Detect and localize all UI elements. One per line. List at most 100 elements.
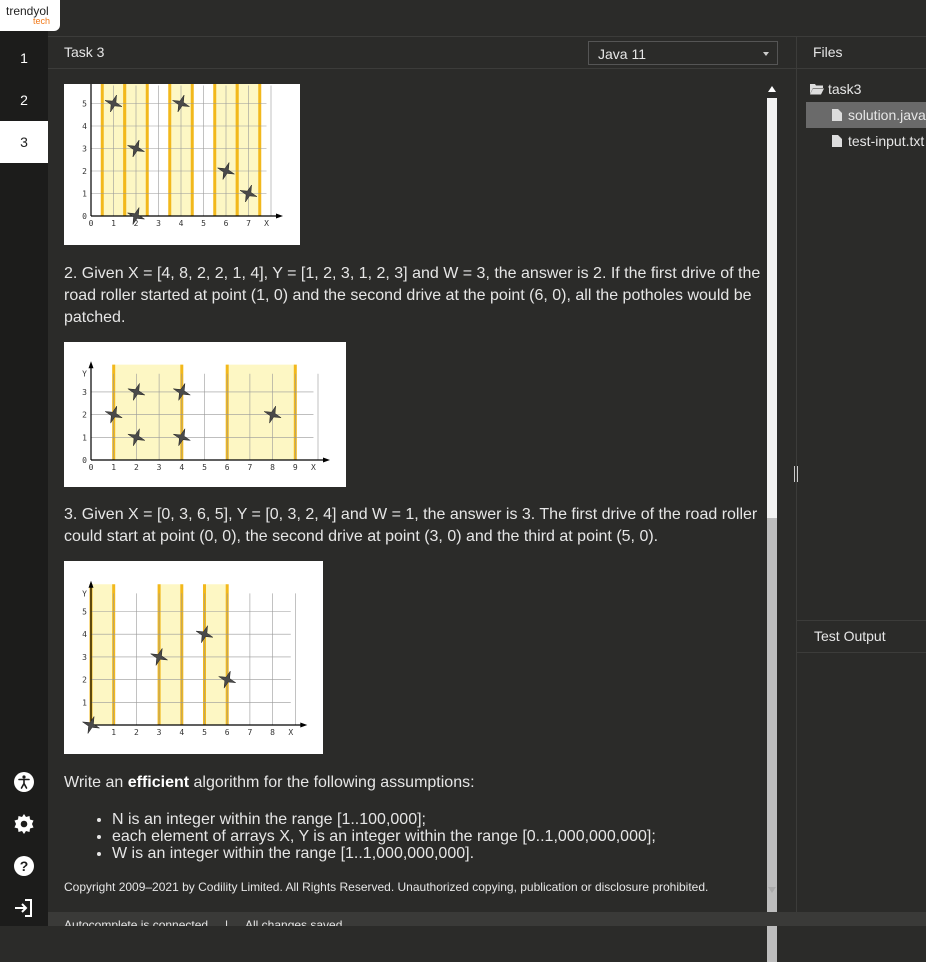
description-scrollbar[interactable] (765, 84, 779, 962)
file-label: test-input.txt (848, 133, 925, 149)
chevron-down-icon (763, 52, 769, 56)
x-axis-arrow (300, 722, 308, 728)
test-output-title: Test Output (814, 628, 886, 644)
trendyol-logo: trendyol tech (0, 0, 60, 31)
y-tick-label: 5 (82, 100, 87, 109)
y-tick-label: 3 (82, 653, 87, 662)
task-description: 0 1 2 3 4 5 6 7 X 0 1 2 3 4 5 2. Given X = [4, 8, 2, 2… (48, 68, 764, 912)
y-tick-label: 4 (82, 122, 87, 131)
x-tick-label: 8 (270, 463, 275, 472)
language-value: Java 11 (598, 46, 646, 62)
x-tick-label: 7 (246, 219, 251, 228)
x-tick-label: 2 (134, 463, 139, 472)
x-tick-label: 7 (247, 463, 252, 472)
assumptions-list: N is an integer within the range [1..100… (96, 811, 764, 862)
file-solution-java[interactable]: solution.java (832, 107, 926, 123)
y-tick-label: 2 (82, 411, 87, 420)
x-tick-label: 2 (134, 728, 139, 737)
x-axis-arrow (276, 213, 283, 219)
task-tab-2[interactable]: 2 (0, 79, 48, 121)
file-icon (832, 135, 842, 147)
y-tick-label: 3 (82, 388, 87, 397)
example-figure-1-plot: 0 1 2 3 4 5 6 7 X012345 (82, 73, 283, 228)
x-tick-label: 0 (89, 219, 94, 228)
status-separator: | (225, 918, 229, 926)
x-tick-label: X (288, 728, 293, 737)
x-tick-label: 5 (202, 463, 207, 472)
assumption-item: N is an integer within the range [1..100… (112, 811, 764, 828)
gear-icon[interactable] (12, 812, 36, 836)
scroll-thumb[interactable] (767, 518, 777, 962)
assumptions-intro-pre: Write an (64, 774, 128, 791)
x-tick-label: X (264, 219, 269, 228)
y-tick-label: 1 (82, 433, 87, 442)
x-tick-label: 6 (225, 728, 230, 737)
status-bar: Autocomplete is connected | All changes … (48, 912, 926, 926)
x-tick-label: 4 (179, 728, 184, 737)
y-tick-label: 1 (82, 190, 87, 199)
x-tick-label: 1 (111, 728, 116, 737)
x-tick-label: 1 (111, 219, 116, 228)
task-title: Task 3 (64, 44, 105, 60)
pothole-band (204, 584, 228, 725)
task-header-bar: Task 3 Java 11 (48, 36, 796, 69)
pothole-band (159, 584, 182, 725)
example-figure-1: 01234567X012345 (64, 73, 300, 245)
logout-icon[interactable] (12, 896, 36, 920)
assumption-item: each element of arrays X, Y is an intege… (112, 828, 764, 845)
y-tick-label: 2 (82, 167, 87, 176)
example-figure-3: 1 2 3 4 5 6 7 8 X 1 2 3 4 5 Y (64, 561, 323, 754)
task-tab-1[interactable]: 1 (0, 37, 48, 79)
accessibility-icon[interactable] (12, 770, 36, 794)
y-tick-label: 3 (82, 145, 87, 154)
example-figure-2: 0 1 2 3 4 5 6 7 8 9 X 0 1 2 3 Y (64, 342, 346, 487)
x-tick-label: 3 (157, 463, 162, 472)
copyright-notice: Copyright 2009–2021 by Codility Limited.… (64, 880, 709, 894)
file-label: solution.java (848, 107, 926, 123)
x-tick-label: 6 (224, 219, 229, 228)
x-tick-label: 7 (247, 728, 252, 737)
x-tick-label: 6 (225, 463, 230, 472)
y-tick-label: 0 (82, 456, 87, 465)
assumptions-intro-post: algorithm for the following assumptions: (189, 774, 475, 791)
example-3-text: 3. Given X = [0, 3, 6, 5], Y = [0, 3, 2,… (64, 506, 758, 545)
example-figure-2-plot: 0 1 2 3 4 5 6 7 8 9 X 0 1 2 3 Y (82, 361, 330, 472)
example-figure-3-plot: 1 2 3 4 5 6 7 8 X 1 2 3 4 5 Y (81, 580, 308, 737)
x-tick-label: 5 (201, 219, 206, 228)
y-tick-label: 1 (82, 698, 87, 707)
assumptions-intro-bold: efficient (127, 774, 190, 791)
x-tick-label: 3 (157, 728, 162, 737)
x-tick-label: 0 (89, 463, 94, 472)
scroll-up-arrow-icon[interactable] (768, 86, 776, 92)
help-icon[interactable]: ? (12, 854, 36, 878)
x-tick-label: 1 (111, 463, 116, 472)
folder-label: task3 (828, 81, 862, 97)
file-test-input-txt[interactable]: test-input.txt (832, 133, 924, 149)
pothole-band (91, 584, 114, 725)
x-tick-label: 4 (179, 463, 184, 472)
x-tick-label: 9 (293, 463, 298, 472)
language-select[interactable]: Java 11 (588, 41, 778, 65)
file-icon (832, 109, 842, 121)
task-tab-3[interactable]: 3 (0, 121, 48, 163)
y-tick-label: 5 (82, 608, 87, 617)
save-status: All changes saved (245, 918, 343, 926)
x-tick-label: 3 (156, 219, 161, 228)
pothole-band (227, 364, 296, 460)
y-axis-arrow (88, 361, 94, 369)
panel-resize-handle[interactable] (793, 466, 800, 482)
pothole-band (113, 364, 182, 460)
folder-task3[interactable]: task3 (810, 81, 861, 97)
example-2-text: 2. Given X = [4, 8, 2, 2, 1, 4], Y = [1,… (64, 265, 761, 326)
svg-text:?: ? (20, 858, 29, 874)
y-tick-label: 2 (82, 676, 87, 685)
scroll-down-arrow-icon[interactable] (768, 887, 776, 893)
assumption-item: W is an integer within the range [1..1,0… (112, 845, 764, 862)
y-tick-label: 0 (82, 212, 87, 221)
x-tick-label: 4 (179, 219, 184, 228)
files-panel-header: Files (797, 36, 926, 69)
assumptions-intro: Write an efficient algorithm for the fol… (64, 772, 764, 794)
files-title: Files (813, 44, 843, 60)
logo-sub: tech (33, 16, 51, 26)
folder-open-icon (810, 84, 824, 95)
